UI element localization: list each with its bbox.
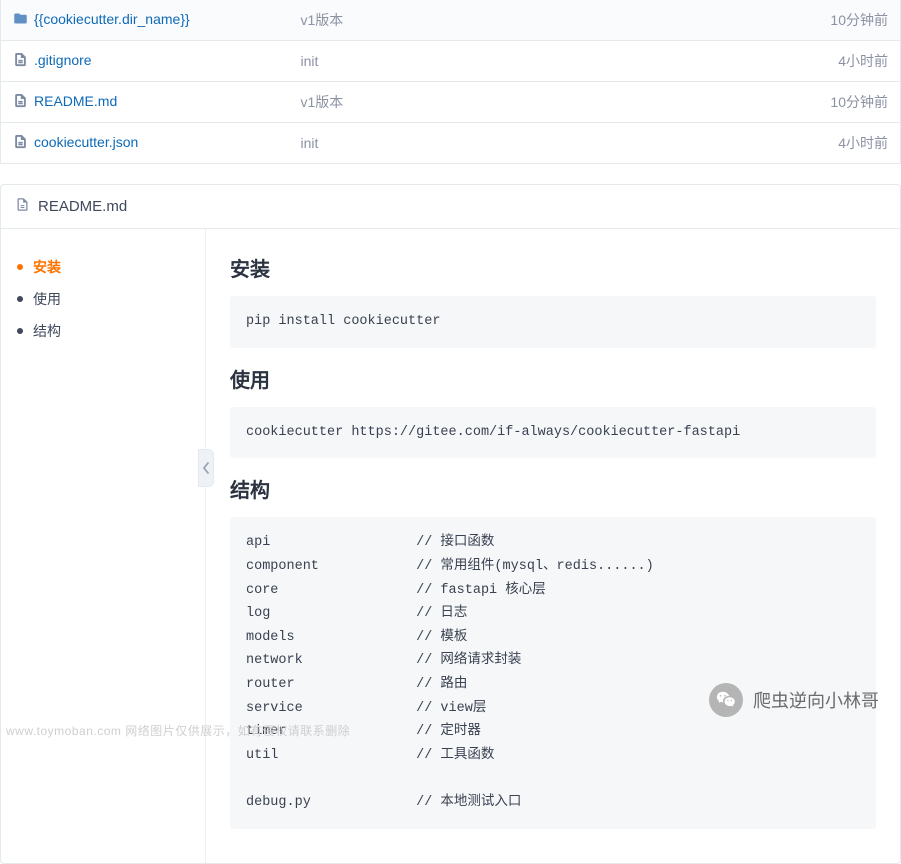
commit-msg[interactable]: v1版本 [301,94,344,110]
readme-filename: README.md [38,198,127,215]
code-structure: api // 接口函数 component // 常用组件(mysql、redi… [230,517,876,829]
commit-msg[interactable]: init [301,135,319,151]
bullet-icon [17,328,23,334]
section-usage-title: 使用 [230,364,876,393]
table-row: {{cookiecutter.dir_name}} v1版本 10分钟前 [1,0,901,41]
table-row: cookiecutter.json init 4小时前 [1,123,901,164]
folder-icon [13,11,28,26]
file-link[interactable]: cookiecutter.json [13,134,138,150]
toc-label: 使用 [33,289,61,309]
commit-msg[interactable]: init [301,53,319,69]
wechat-badge[interactable]: 爬虫逆向小林哥 [709,683,879,717]
table-row: .gitignore init 4小时前 [1,41,901,82]
file-name: cookiecutter.json [34,134,138,150]
file-icon [13,134,28,149]
chevron-left-icon [202,462,210,474]
readme-panel: README.md 安装使用结构 安装 pip install cookiecu… [0,184,901,864]
commit-time: 10分钟前 [830,12,888,28]
commit-time: 10分钟前 [830,94,888,110]
file-icon [15,197,30,216]
table-row: README.md v1版本 10分钟前 [1,82,901,123]
section-install-title: 安装 [230,253,876,282]
file-name: .gitignore [34,52,92,68]
commit-time: 4小时前 [838,53,888,69]
file-list: {{cookiecutter.dir_name}} v1版本 10分钟前 .gitig… [0,0,901,164]
toc-label: 结构 [33,321,61,341]
section-structure-title: 结构 [230,474,876,503]
commit-msg[interactable]: v1版本 [301,12,344,28]
file-icon [13,93,28,108]
file-link[interactable]: {{cookiecutter.dir_name}} [13,11,190,27]
wechat-label: 爬虫逆向小林哥 [753,687,879,713]
toc-item[interactable]: 安装 [17,251,189,283]
file-icon [13,52,28,67]
wechat-icon [709,683,743,717]
file-name: README.md [34,93,117,109]
commit-time: 4小时前 [838,135,888,151]
file-link[interactable]: README.md [13,93,117,109]
readme-header: README.md [1,185,900,229]
code-install: pip install cookiecutter [230,296,876,348]
file-name: {{cookiecutter.dir_name}} [34,11,190,27]
toc-item[interactable]: 结构 [17,315,189,347]
collapse-toc-handle[interactable] [198,449,214,487]
bullet-icon [17,296,23,302]
watermark-text: www.toymoban.com 网络图片仅供展示，如有侵权请联系删除 [0,722,350,739]
code-usage: cookiecutter https://gitee.com/if-always… [230,407,876,459]
bullet-icon [17,264,23,270]
toc-item[interactable]: 使用 [17,283,189,315]
file-link[interactable]: .gitignore [13,52,92,68]
toc-sidebar: 安装使用结构 [1,229,206,863]
toc-label: 安装 [33,257,61,277]
readme-content: 安装 pip install cookiecutter 使用 cookiecut… [206,229,900,863]
